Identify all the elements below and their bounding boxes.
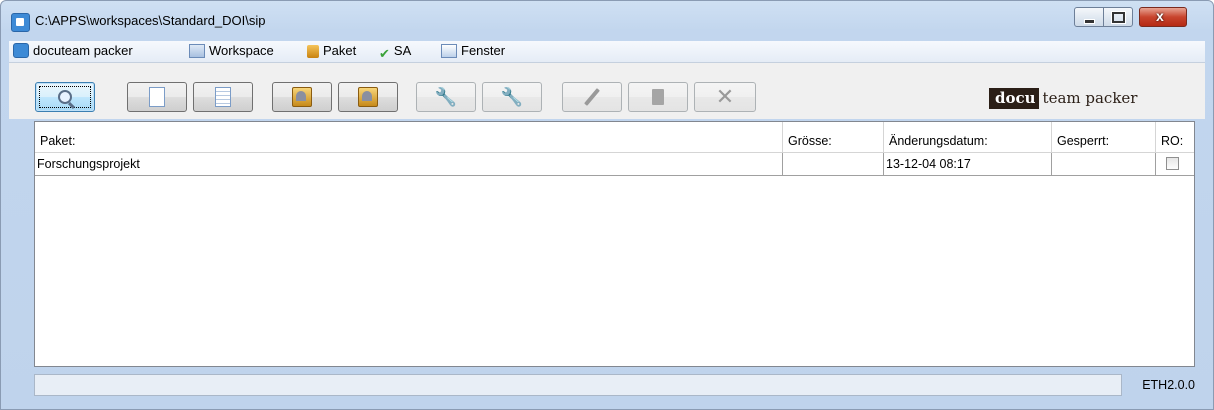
menu-workspace[interactable]: Workspace (189, 43, 274, 59)
lock-package-button[interactable] (338, 82, 398, 112)
close-button[interactable]: x (1139, 7, 1187, 27)
menu-label: docuteam packer (33, 43, 133, 58)
open-package-icon (292, 87, 312, 107)
cell-ro (1156, 153, 1194, 175)
menu-label: Workspace (209, 43, 274, 58)
document-lines-icon (215, 87, 231, 107)
menu-label: Fenster (461, 43, 506, 58)
wrench-icon: 🔧 (434, 86, 458, 107)
wrench-button[interactable]: 🔧 (416, 82, 476, 112)
table-header: Paket: Grösse: Änderungsdatum: Gesperrt:… (35, 122, 1194, 153)
delete-button[interactable]: ✕ (694, 82, 756, 112)
menu-docuteam-packer[interactable]: docuteam packer (13, 43, 133, 59)
cell-gesperrt (1052, 153, 1156, 175)
column-header-groesse[interactable]: Grösse: (783, 122, 884, 152)
cell-groesse (783, 153, 884, 175)
window-title: C:\APPS\workspaces\Standard_DOI\sip (35, 13, 266, 28)
minimize-button[interactable] (1074, 7, 1104, 27)
version-label: ETH2.0.0 (1142, 378, 1195, 392)
menu-label: Paket (323, 43, 357, 58)
workspace-icon (189, 44, 205, 58)
app-icon (13, 43, 29, 58)
document-lines-button[interactable] (193, 82, 253, 112)
minimize-icon (1084, 19, 1095, 24)
search-icon (58, 90, 72, 104)
wrench-2-icon: 🔧 (500, 86, 524, 107)
checkmark-icon: ✔ (379, 46, 390, 61)
cell-paket: Forschungsprojekt (35, 153, 783, 175)
delete-icon: ✕ (715, 84, 735, 109)
package-icon (307, 45, 319, 58)
cell-datum: 13-12-04 08:17 (884, 153, 1052, 175)
menu-paket[interactable]: Paket (307, 43, 356, 59)
ro-checkbox[interactable] (1166, 157, 1179, 170)
copy-icon (652, 89, 664, 105)
new-document-button[interactable] (127, 82, 187, 112)
open-package-button[interactable] (272, 82, 332, 112)
status-field (34, 374, 1122, 396)
table-row[interactable]: Forschungsprojekt 13-12-04 08:17 (35, 153, 1194, 176)
title-bar[interactable]: C:\APPS\workspaces\Standard_DOI\sip x (1, 1, 1213, 41)
brand-logo: docu team packer (989, 88, 1141, 110)
brand-logo-part2: team packer (1042, 89, 1138, 107)
menu-sa[interactable]: ✔ SA (379, 43, 412, 61)
brand-logo-part1: docu (989, 88, 1039, 109)
column-header-datum[interactable]: Änderungsdatum: (884, 122, 1052, 152)
menu-fenster[interactable]: Fenster (441, 43, 505, 59)
pencil-icon (584, 88, 600, 106)
menu-label: SA (393, 43, 412, 58)
app-icon (11, 13, 30, 32)
menu-bar: docuteam packer Workspace Paket ✔ SA Fens… (9, 41, 1205, 63)
column-header-gesperrt[interactable]: Gesperrt: (1052, 122, 1156, 152)
package-table: Paket: Grösse: Änderungsdatum: Gesperrt:… (34, 121, 1195, 367)
lock-package-icon (358, 87, 378, 107)
maximize-button[interactable] (1103, 7, 1133, 27)
search-button[interactable] (35, 82, 95, 112)
column-header-paket[interactable]: Paket: (35, 122, 783, 152)
window-icon (441, 44, 457, 58)
close-icon: x (1156, 8, 1164, 24)
copy-button[interactable] (628, 82, 688, 112)
column-header-ro[interactable]: RO: (1156, 122, 1194, 152)
new-document-icon (149, 87, 165, 107)
maximize-icon (1112, 12, 1125, 23)
edit-button[interactable] (562, 82, 622, 112)
app-window: C:\APPS\workspaces\Standard_DOI\sip x do… (0, 0, 1214, 410)
status-bar: ETH2.0.0 (34, 374, 1195, 398)
toolbar: 🔧 🔧 ✕ docu team packer (9, 63, 1205, 119)
wrench-2-button[interactable]: 🔧 (482, 82, 542, 112)
